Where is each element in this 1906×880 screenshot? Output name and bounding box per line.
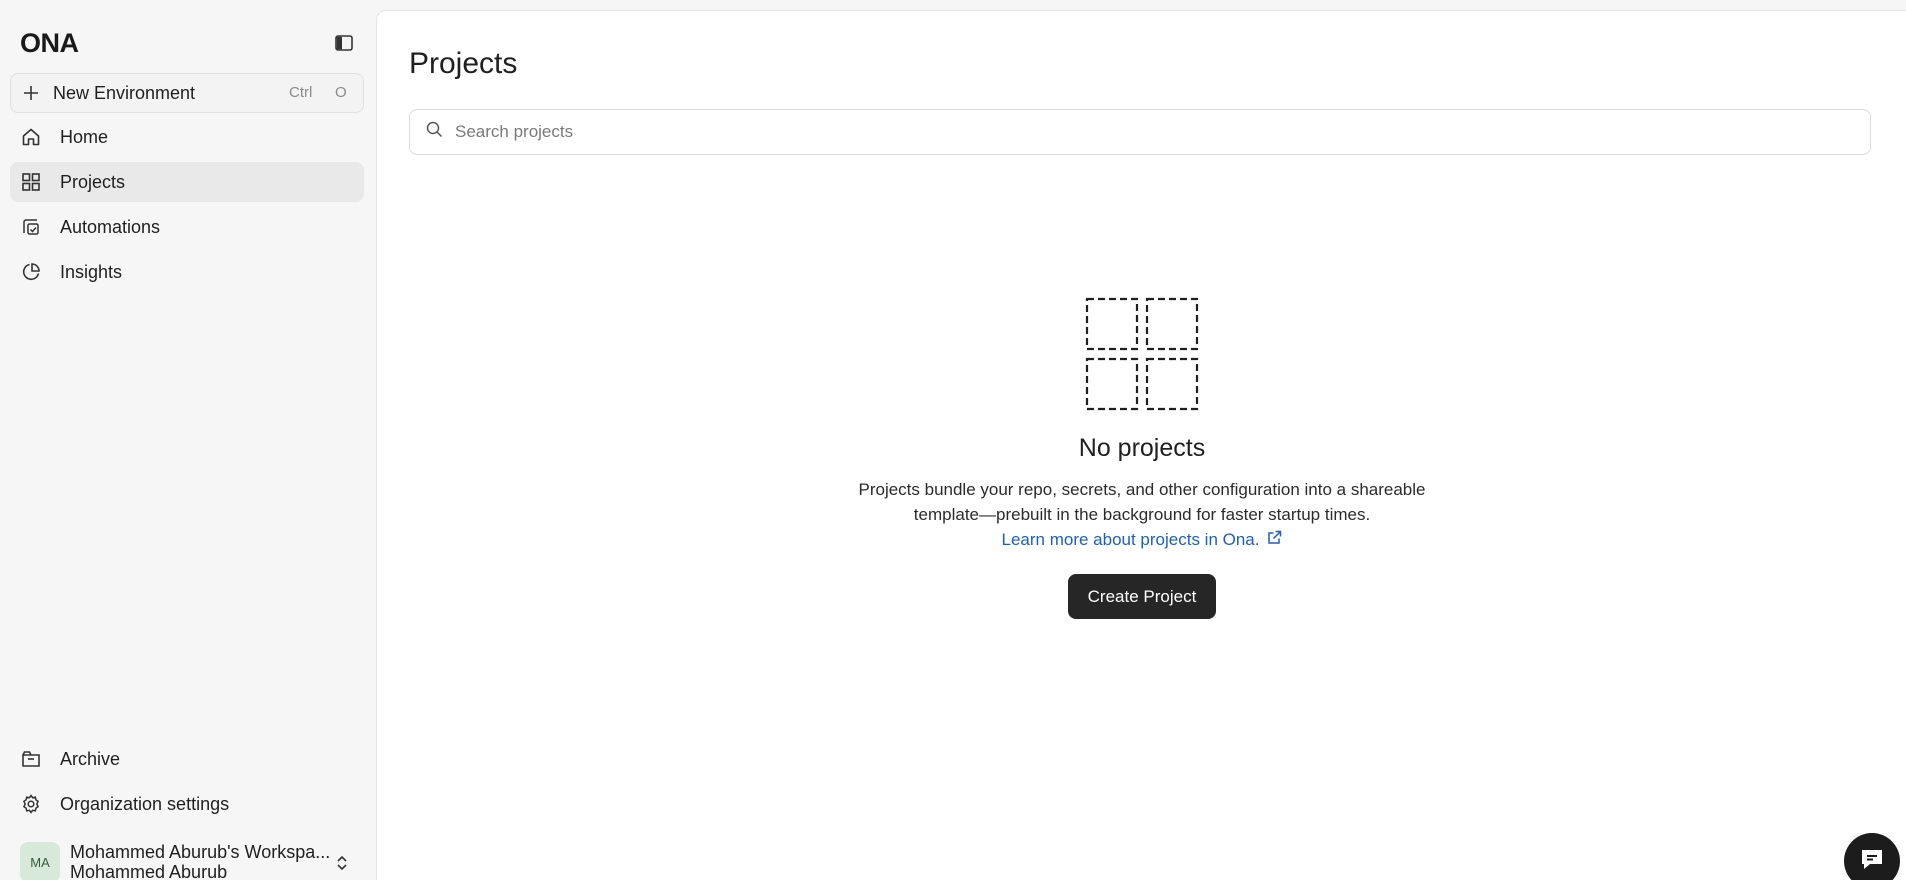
sidebar-item-label: Home: [60, 126, 109, 147]
new-environment-label: New Environment: [53, 82, 196, 103]
description-line-1: Projects bundle your repo, secrets, and …: [858, 480, 1426, 499]
sidebar-item-organization-settings[interactable]: Organization settings: [10, 784, 364, 824]
page-title: Projects: [409, 47, 518, 80]
empty-state-description: Projects bundle your repo, secrets, and …: [842, 477, 1442, 552]
shortcut-modifier: Ctrl: [289, 84, 313, 101]
user-name: Mohammed Aburub: [70, 862, 228, 880]
workspace-switcher[interactable]: MA Mohammed Aburub's Workspa... Mohammed…: [10, 840, 364, 880]
search-icon: [426, 121, 443, 143]
create-project-button[interactable]: Create Project: [1067, 574, 1217, 619]
archive-icon: [20, 748, 42, 770]
sidebar-item-label: Insights: [60, 261, 123, 282]
user-info: Mohammed Aburub's Workspa... Mohammed Ab…: [70, 842, 330, 880]
avatar: MA: [20, 842, 60, 880]
sidebar-toggle-icon[interactable]: [334, 34, 354, 52]
search-bar[interactable]: [409, 109, 1871, 155]
workspace-name: Mohammed Aburub's Workspa...: [70, 842, 331, 862]
sidebar-item-insights[interactable]: Insights: [10, 252, 364, 292]
main-panel: Projects No projects Projects bundle you…: [376, 10, 1906, 880]
home-icon: [20, 126, 42, 148]
learn-more-link[interactable]: Learn more about projects in Ona.: [1002, 527, 1283, 552]
ona-logo[interactable]: ONA: [20, 28, 79, 59]
external-link-icon: [1267, 527, 1282, 552]
chat-support-button[interactable]: [1844, 833, 1900, 880]
shortcut-key: O: [335, 84, 347, 101]
app-root: ONA New Environment Ctrl O Home Projects: [0, 0, 1906, 880]
sidebar-item-label: Automations: [60, 216, 161, 237]
plus-icon: [21, 83, 41, 103]
sidebar-item-automations[interactable]: Automations: [10, 207, 364, 247]
search-input[interactable]: [455, 122, 1855, 142]
new-environment-button[interactable]: New Environment Ctrl O: [10, 73, 364, 113]
sidebar: ONA New Environment Ctrl O Home Projects: [0, 0, 374, 880]
chat-bubble-icon: [1858, 845, 1886, 878]
empty-grid-icon: [1085, 297, 1199, 416]
empty-state-title: No projects: [1078, 434, 1206, 462]
sidebar-item-projects[interactable]: Projects: [10, 162, 364, 202]
gear-icon: [20, 793, 42, 815]
pie-chart-icon: [20, 261, 42, 283]
sidebar-item-archive[interactable]: Archive: [10, 739, 364, 779]
sidebar-item-label: Projects: [60, 171, 126, 192]
automations-icon: [20, 216, 42, 238]
description-line-2: template—prebuilt in the background for …: [913, 505, 1371, 524]
learn-more-label: Learn more about projects in Ona.: [1001, 530, 1260, 549]
chevron-up-down-icon: [336, 854, 348, 877]
sidebar-item-label: Organization settings: [60, 793, 230, 814]
sidebar-item-home[interactable]: Home: [10, 117, 364, 157]
empty-state: No projects Projects bundle your repo, s…: [377, 297, 1906, 619]
grid-icon: [20, 171, 42, 193]
sidebar-item-label: Archive: [60, 748, 121, 769]
